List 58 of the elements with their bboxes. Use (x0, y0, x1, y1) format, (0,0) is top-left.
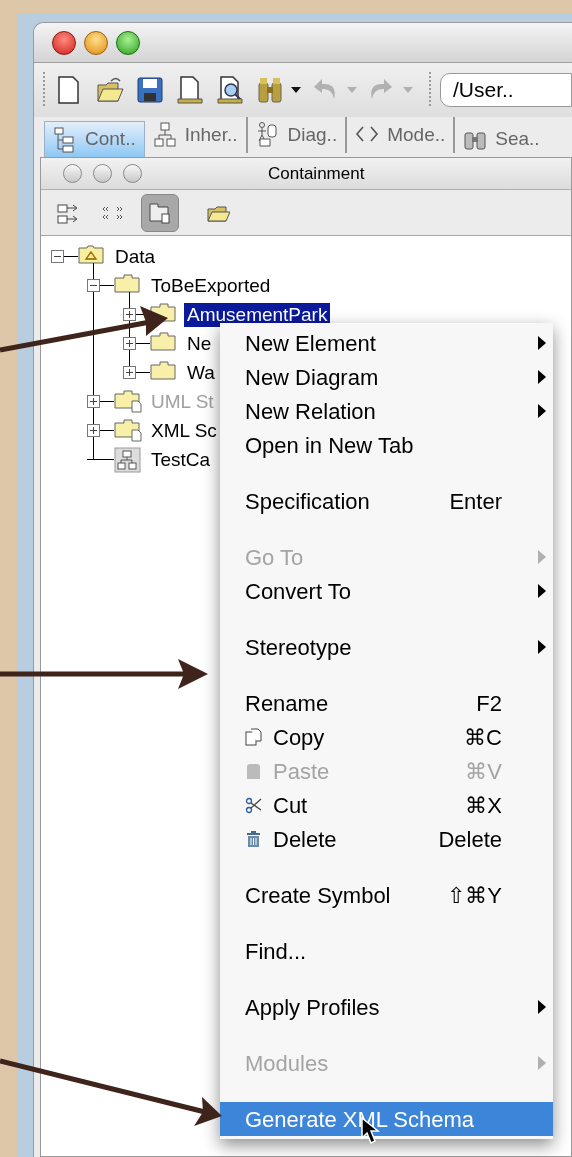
hierarchy-icon (152, 121, 177, 149)
scissors-icon (245, 795, 263, 815)
tree-item[interactable]: AmusementPark (184, 302, 331, 327)
trash-icon (245, 829, 263, 849)
tab[interactable]: Inher.. (144, 117, 248, 153)
expand-icon[interactable] (87, 424, 100, 437)
folder-icon[interactable] (96, 75, 124, 105)
menu-item[interactable]: Apply Profiles (220, 990, 553, 1024)
tab[interactable]: Mode.. (347, 117, 456, 153)
folder-document-icon (114, 388, 142, 415)
stick-figure-diagram-icon (255, 121, 280, 149)
menu-item[interactable]: Copy ⌘C (220, 720, 553, 754)
panel-window-button[interactable] (63, 164, 82, 183)
panel-window-button[interactable] (93, 164, 112, 183)
menu-item[interactable]: New Diagram (220, 360, 553, 394)
binoculars-icon[interactable] (256, 75, 284, 105)
tree-icon (53, 125, 77, 154)
tree-item[interactable]: Wa (184, 360, 218, 385)
expand-icon[interactable] (123, 308, 136, 321)
expand-icon[interactable] (123, 337, 136, 350)
menu-item[interactable]: Create Symbol ⇧⌘Y (220, 878, 553, 912)
tab[interactable]: Sea.. (455, 121, 548, 157)
tree-item[interactable]: TestCa (148, 447, 214, 472)
panel-window-button[interactable] (123, 164, 142, 183)
collapse-icon[interactable] (87, 279, 100, 292)
path-field[interactable]: /User.. (440, 73, 572, 107)
menu-item[interactable]: Open in New Tab (220, 428, 553, 462)
folder-document-icon (114, 417, 142, 444)
menu-item[interactable]: New Element (220, 326, 553, 360)
collapse-icon[interactable] (51, 250, 64, 263)
tree-item[interactable]: XML Sc (148, 418, 220, 443)
zoom-button[interactable] (116, 30, 140, 55)
clipboard-icon (245, 761, 263, 781)
diagram-icon (114, 446, 142, 473)
menu-item[interactable]: Find... (220, 934, 553, 968)
tree-item[interactable]: Data (112, 244, 159, 269)
package-icon (148, 200, 172, 225)
minimize-button[interactable] (84, 30, 108, 55)
magnifier-page-icon[interactable] (216, 75, 244, 105)
toolbar-grip-icon (42, 72, 46, 108)
menu-item[interactable]: New Relation (220, 394, 553, 428)
tree-item[interactable]: Ne (184, 331, 215, 356)
toolbar-grip-icon (428, 72, 432, 108)
tree-item[interactable]: ToBeExported (148, 273, 274, 298)
panel-title: Containment (268, 162, 365, 185)
close-button[interactable] (52, 30, 76, 55)
menu-item[interactable]: Specification Enter (220, 484, 553, 518)
menu-item[interactable]: Cut ⌘X (220, 788, 553, 822)
tab[interactable]: Cont.. (44, 121, 145, 157)
tab[interactable]: Diag.. (247, 117, 348, 153)
menu-item[interactable]: Stereotype (220, 630, 553, 664)
expand-icon[interactable] (123, 366, 136, 379)
toolbar-button[interactable] (141, 193, 179, 232)
menu-item[interactable]: Convert To (220, 574, 553, 608)
copy-icon (245, 727, 263, 747)
menu-item[interactable]: Rename F2 (220, 686, 553, 720)
menu-item[interactable]: Delete Delete (220, 822, 553, 856)
page-icon[interactable] (176, 75, 204, 105)
